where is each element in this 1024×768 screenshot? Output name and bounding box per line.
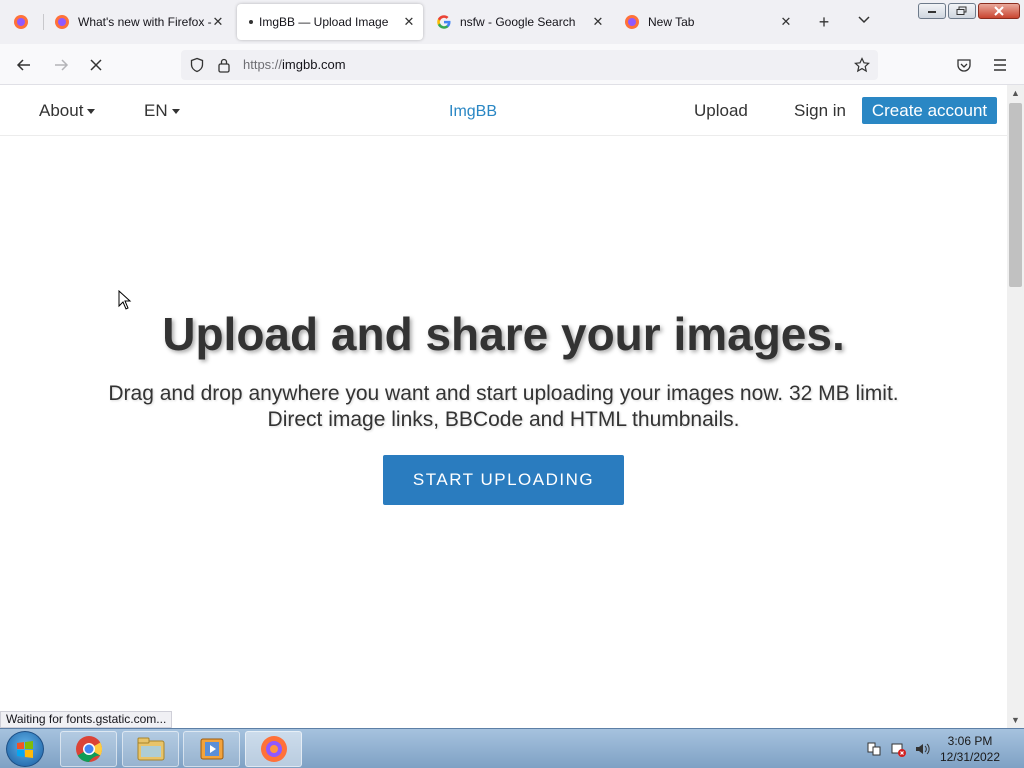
taskbar-firefox[interactable] bbox=[245, 731, 302, 767]
file-explorer-icon bbox=[137, 737, 164, 761]
window-controls bbox=[916, 3, 1020, 19]
volume-icon[interactable] bbox=[914, 741, 930, 757]
close-icon[interactable]: ✕ bbox=[590, 14, 606, 30]
media-player-icon bbox=[200, 738, 223, 760]
site-header: About EN ImgBB Upload Sign in Create acc… bbox=[0, 85, 1007, 136]
about-label: About bbox=[39, 101, 84, 120]
status-bar: Waiting for fonts.gstatic.com... bbox=[0, 711, 173, 728]
scroll-up-arrow-icon[interactable]: ▲ bbox=[1007, 85, 1024, 101]
url-bar[interactable]: https://imgbb.com bbox=[181, 50, 878, 80]
mouse-cursor-icon bbox=[118, 290, 132, 310]
create-account-button[interactable]: Create account bbox=[862, 97, 997, 124]
upload-link[interactable]: Upload bbox=[694, 101, 748, 121]
page-viewport: About EN ImgBB Upload Sign in Create acc… bbox=[0, 85, 1024, 728]
firefox-icon bbox=[14, 15, 28, 29]
sign-in-link[interactable]: Sign in bbox=[794, 101, 846, 121]
action-center-icon[interactable] bbox=[866, 741, 882, 757]
chrome-icon bbox=[75, 736, 102, 763]
clock-date: 12/31/2022 bbox=[939, 750, 1001, 764]
url-host: imgbb.com bbox=[282, 57, 346, 72]
close-icon[interactable]: ✕ bbox=[210, 14, 226, 30]
firefox-icon bbox=[55, 15, 69, 29]
clock-time: 3:06 PM bbox=[947, 734, 993, 748]
stop-loading-icon[interactable] bbox=[85, 54, 107, 76]
about-dropdown[interactable]: About bbox=[39, 101, 96, 121]
taskbar-file-explorer[interactable] bbox=[122, 731, 179, 767]
tab-title: New Tab bbox=[648, 15, 695, 29]
lock-icon[interactable] bbox=[217, 57, 231, 73]
hamburger-menu-icon[interactable] bbox=[989, 54, 1011, 76]
caret-down-icon bbox=[171, 109, 180, 115]
tab-whats-new-firefox[interactable]: What's new with Firefox - ✕ bbox=[44, 4, 232, 40]
restore-icon[interactable] bbox=[948, 3, 976, 19]
minimize-icon[interactable] bbox=[918, 3, 946, 19]
url-text[interactable]: https://imgbb.com bbox=[243, 57, 346, 72]
tab-imgbb[interactable]: ImgBB — Upload Image ✕ bbox=[237, 4, 423, 40]
firefox-icon bbox=[260, 736, 287, 762]
new-tab-plus-icon[interactable]: + bbox=[814, 12, 834, 32]
network-warning-icon[interactable] bbox=[890, 741, 906, 757]
hero-title: Upload and share your images. bbox=[162, 308, 845, 360]
tracking-shield-icon[interactable] bbox=[189, 57, 205, 73]
url-scheme: https:// bbox=[243, 57, 283, 72]
tab-pinned-firefox[interactable] bbox=[0, 4, 42, 40]
caret-down-icon bbox=[87, 109, 96, 115]
close-icon[interactable]: ✕ bbox=[401, 14, 417, 30]
pocket-icon[interactable] bbox=[953, 54, 975, 76]
tab-new-tab[interactable]: New Tab ✕ bbox=[614, 4, 800, 40]
tab-title: ImgBB — Upload Image bbox=[259, 15, 389, 29]
firefox-icon bbox=[625, 15, 639, 29]
taskbar-media-player[interactable] bbox=[183, 731, 240, 767]
windows-logo-icon bbox=[17, 741, 33, 758]
bookmark-star-icon[interactable] bbox=[854, 57, 870, 73]
google-icon bbox=[437, 15, 451, 29]
close-window-icon[interactable] bbox=[978, 3, 1020, 19]
language-label: EN bbox=[144, 101, 168, 120]
imgbb-logo[interactable]: ImgBB bbox=[449, 103, 497, 121]
start-button[interactable] bbox=[6, 731, 44, 767]
list-all-tabs-chevron-icon[interactable] bbox=[854, 12, 874, 32]
tab-google-search[interactable]: nsfw - Google Search ✕ bbox=[426, 4, 612, 40]
hero-subtitle: Drag and drop anywhere you want and star… bbox=[108, 382, 899, 431]
taskbar-chrome[interactable] bbox=[60, 731, 117, 767]
back-arrow-icon[interactable] bbox=[13, 54, 35, 76]
close-icon[interactable]: ✕ bbox=[778, 14, 794, 30]
tab-title: nsfw - Google Search bbox=[460, 15, 576, 29]
loading-dot-icon bbox=[249, 20, 253, 24]
language-dropdown[interactable]: EN bbox=[144, 101, 180, 121]
start-uploading-button[interactable]: START UPLOADING bbox=[383, 455, 624, 505]
taskbar-clock[interactable]: 3:06 PM 12/31/2022 bbox=[930, 733, 1010, 765]
windows-taskbar: 3:06 PM 12/31/2022 bbox=[0, 728, 1024, 768]
vertical-scrollbar[interactable]: ▲ ▼ bbox=[1007, 85, 1024, 728]
tab-strip: What's new with Firefox - ✕ ImgBB — Uplo… bbox=[0, 0, 1024, 44]
forward-arrow-icon[interactable] bbox=[50, 54, 72, 76]
scrollbar-thumb[interactable] bbox=[1009, 103, 1022, 287]
tab-title: What's new with Firefox - bbox=[78, 15, 212, 29]
navigation-toolbar: https://imgbb.com bbox=[0, 44, 1024, 85]
scroll-down-arrow-icon[interactable]: ▼ bbox=[1007, 712, 1024, 728]
